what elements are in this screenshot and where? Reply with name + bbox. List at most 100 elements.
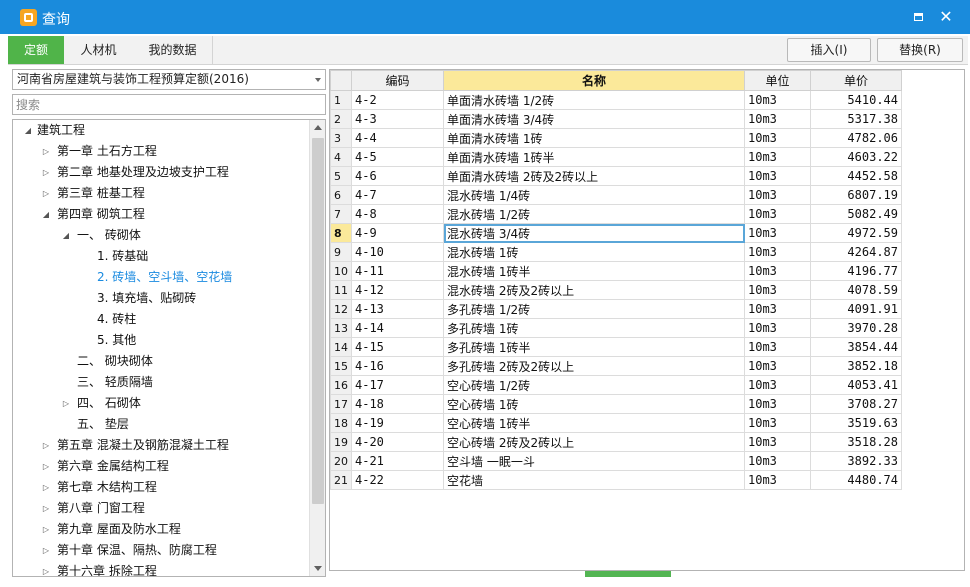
name-cell[interactable]: 混水砖墙 1/4砖 [443, 185, 745, 205]
row-number[interactable]: 4 [330, 147, 352, 167]
name-cell[interactable]: 混水砖墙 2砖及2砖以上 [443, 280, 745, 300]
table-row[interactable]: 12 4-13 多孔砖墙 1/2砖 10m3 4091.91 [330, 299, 902, 319]
table-row[interactable]: 10 4-11 混水砖墙 1砖半 10m3 4196.77 [330, 261, 902, 281]
price-cell[interactable]: 4264.87 [810, 242, 902, 262]
code-cell[interactable]: 4-21 [351, 451, 444, 471]
row-number[interactable]: 20 [330, 451, 352, 471]
name-cell[interactable]: 混水砖墙 3/4砖 [443, 223, 745, 243]
unit-column-header[interactable]: 单位 [744, 70, 811, 91]
unit-cell[interactable]: 10m3 [744, 223, 811, 243]
price-cell[interactable]: 3854.44 [810, 337, 902, 357]
tab-my-data[interactable]: 我的数据 [133, 36, 213, 64]
unit-cell[interactable]: 10m3 [744, 261, 811, 281]
tree-item[interactable]: ▷ 第八章 门窗工程 [13, 498, 309, 519]
collapsed-icon[interactable]: ▷ [41, 435, 51, 456]
price-cell[interactable]: 4091.91 [810, 299, 902, 319]
code-cell[interactable]: 4-7 [351, 185, 444, 205]
row-number[interactable]: 16 [330, 375, 352, 395]
tree-item[interactable]: ▷ 第九章 屋面及防水工程 [13, 519, 309, 540]
code-cell[interactable]: 4-3 [351, 109, 444, 129]
name-cell[interactable]: 多孔砖墙 2砖及2砖以上 [443, 356, 745, 376]
tree-item[interactable]: ▷ 第七章 木结构工程 [13, 477, 309, 498]
price-cell[interactable]: 4078.59 [810, 280, 902, 300]
collapsed-icon[interactable]: ▷ [41, 477, 51, 498]
unit-cell[interactable]: 10m3 [744, 280, 811, 300]
row-number[interactable]: 14 [330, 337, 352, 357]
close-icon[interactable]: ✕ [936, 7, 956, 27]
scroll-thumb[interactable] [312, 138, 324, 504]
code-cell[interactable]: 4-20 [351, 432, 444, 452]
code-cell[interactable]: 4-9 [351, 223, 444, 243]
collapsed-icon[interactable]: ▷ [41, 141, 51, 162]
row-number[interactable]: 5 [330, 166, 352, 186]
price-cell[interactable]: 3518.28 [810, 432, 902, 452]
table-row[interactable]: 2 4-3 单面清水砖墙 3/4砖 10m3 5317.38 [330, 109, 902, 129]
collapsed-icon[interactable]: ▷ [61, 393, 71, 414]
table-row[interactable]: 16 4-17 空心砖墙 1/2砖 10m3 4053.41 [330, 375, 902, 395]
code-cell[interactable]: 4-2 [351, 90, 444, 110]
collapsed-icon[interactable]: ▷ [41, 498, 51, 519]
row-number[interactable]: 21 [330, 470, 352, 490]
table-row[interactable]: 15 4-16 多孔砖墙 2砖及2砖以上 10m3 3852.18 [330, 356, 902, 376]
unit-cell[interactable]: 10m3 [744, 394, 811, 414]
name-cell[interactable]: 单面清水砖墙 1/2砖 [443, 90, 745, 110]
name-cell[interactable]: 单面清水砖墙 1砖 [443, 128, 745, 148]
unit-cell[interactable]: 10m3 [744, 432, 811, 452]
code-cell[interactable]: 4-13 [351, 299, 444, 319]
unit-cell[interactable]: 10m3 [744, 413, 811, 433]
tree-item[interactable]: 二、 砌块砌体 [13, 351, 309, 372]
unit-cell[interactable]: 10m3 [744, 375, 811, 395]
row-number[interactable]: 1 [330, 90, 352, 110]
unit-cell[interactable]: 10m3 [744, 470, 811, 490]
name-cell[interactable]: 单面清水砖墙 3/4砖 [443, 109, 745, 129]
code-cell[interactable]: 4-15 [351, 337, 444, 357]
name-cell[interactable]: 空心砖墙 2砖及2砖以上 [443, 432, 745, 452]
price-cell[interactable]: 4972.59 [810, 223, 902, 243]
price-cell[interactable]: 3519.63 [810, 413, 902, 433]
table-row[interactable]: 21 4-22 空花墙 10m3 4480.74 [330, 470, 902, 490]
collapsed-icon[interactable]: ▷ [41, 162, 51, 183]
table-row[interactable]: 3 4-4 单面清水砖墙 1砖 10m3 4782.06 [330, 128, 902, 148]
name-cell[interactable]: 混水砖墙 1砖半 [443, 261, 745, 281]
quota-library-select[interactable]: 河南省房屋建筑与装饰工程预算定额(2016) [12, 69, 326, 90]
price-cell[interactable]: 4603.22 [810, 147, 902, 167]
tree-item[interactable]: ◢ 一、 砖砌体 [13, 225, 309, 246]
table-row[interactable]: 6 4-7 混水砖墙 1/4砖 10m3 6807.19 [330, 185, 902, 205]
code-column-header[interactable]: 编码 [351, 70, 444, 91]
code-cell[interactable]: 4-18 [351, 394, 444, 414]
code-cell[interactable]: 4-19 [351, 413, 444, 433]
scroll-up-icon[interactable] [310, 120, 325, 136]
table-row[interactable]: 8 4-9 混水砖墙 3/4砖 10m3 4972.59 [330, 223, 902, 243]
tree-item[interactable]: ▷ 第十六章 拆除工程 [13, 561, 309, 576]
unit-cell[interactable]: 10m3 [744, 166, 811, 186]
price-cell[interactable]: 3970.28 [810, 318, 902, 338]
name-cell[interactable]: 单面清水砖墙 1砖半 [443, 147, 745, 167]
name-cell[interactable]: 空花墙 [443, 470, 745, 490]
unit-cell[interactable]: 10m3 [744, 451, 811, 471]
table-row[interactable]: 4 4-5 单面清水砖墙 1砖半 10m3 4603.22 [330, 147, 902, 167]
table-row[interactable]: 17 4-18 空心砖墙 1砖 10m3 3708.27 [330, 394, 902, 414]
row-number[interactable]: 6 [330, 185, 352, 205]
unit-cell[interactable]: 10m3 [744, 90, 811, 110]
price-cell[interactable]: 4196.77 [810, 261, 902, 281]
name-cell[interactable]: 空心砖墙 1砖 [443, 394, 745, 414]
unit-cell[interactable]: 10m3 [744, 337, 811, 357]
row-number[interactable]: 8 [330, 223, 352, 243]
unit-cell[interactable]: 10m3 [744, 318, 811, 338]
price-cell[interactable]: 4782.06 [810, 128, 902, 148]
table-row[interactable]: 13 4-14 多孔砖墙 1砖 10m3 3970.28 [330, 318, 902, 338]
tree-item[interactable]: ▷ 第六章 金属结构工程 [13, 456, 309, 477]
row-number[interactable]: 15 [330, 356, 352, 376]
table-row[interactable]: 19 4-20 空心砖墙 2砖及2砖以上 10m3 3518.28 [330, 432, 902, 452]
tree-item[interactable]: 1. 砖基础 [13, 246, 309, 267]
collapsed-icon[interactable]: ▷ [41, 540, 51, 561]
price-cell[interactable]: 3852.18 [810, 356, 902, 376]
name-cell[interactable]: 多孔砖墙 1砖半 [443, 337, 745, 357]
table-row[interactable]: 20 4-21 空斗墙 一眠一斗 10m3 3892.33 [330, 451, 902, 471]
tree-item[interactable]: ◢ 建筑工程 [13, 120, 309, 141]
collapsed-icon[interactable]: ▷ [41, 519, 51, 540]
insert-button[interactable]: 插入(I) [787, 38, 871, 62]
row-number[interactable]: 18 [330, 413, 352, 433]
tree-item[interactable]: 5. 其他 [13, 330, 309, 351]
table-row[interactable]: 1 4-2 单面清水砖墙 1/2砖 10m3 5410.44 [330, 90, 902, 110]
